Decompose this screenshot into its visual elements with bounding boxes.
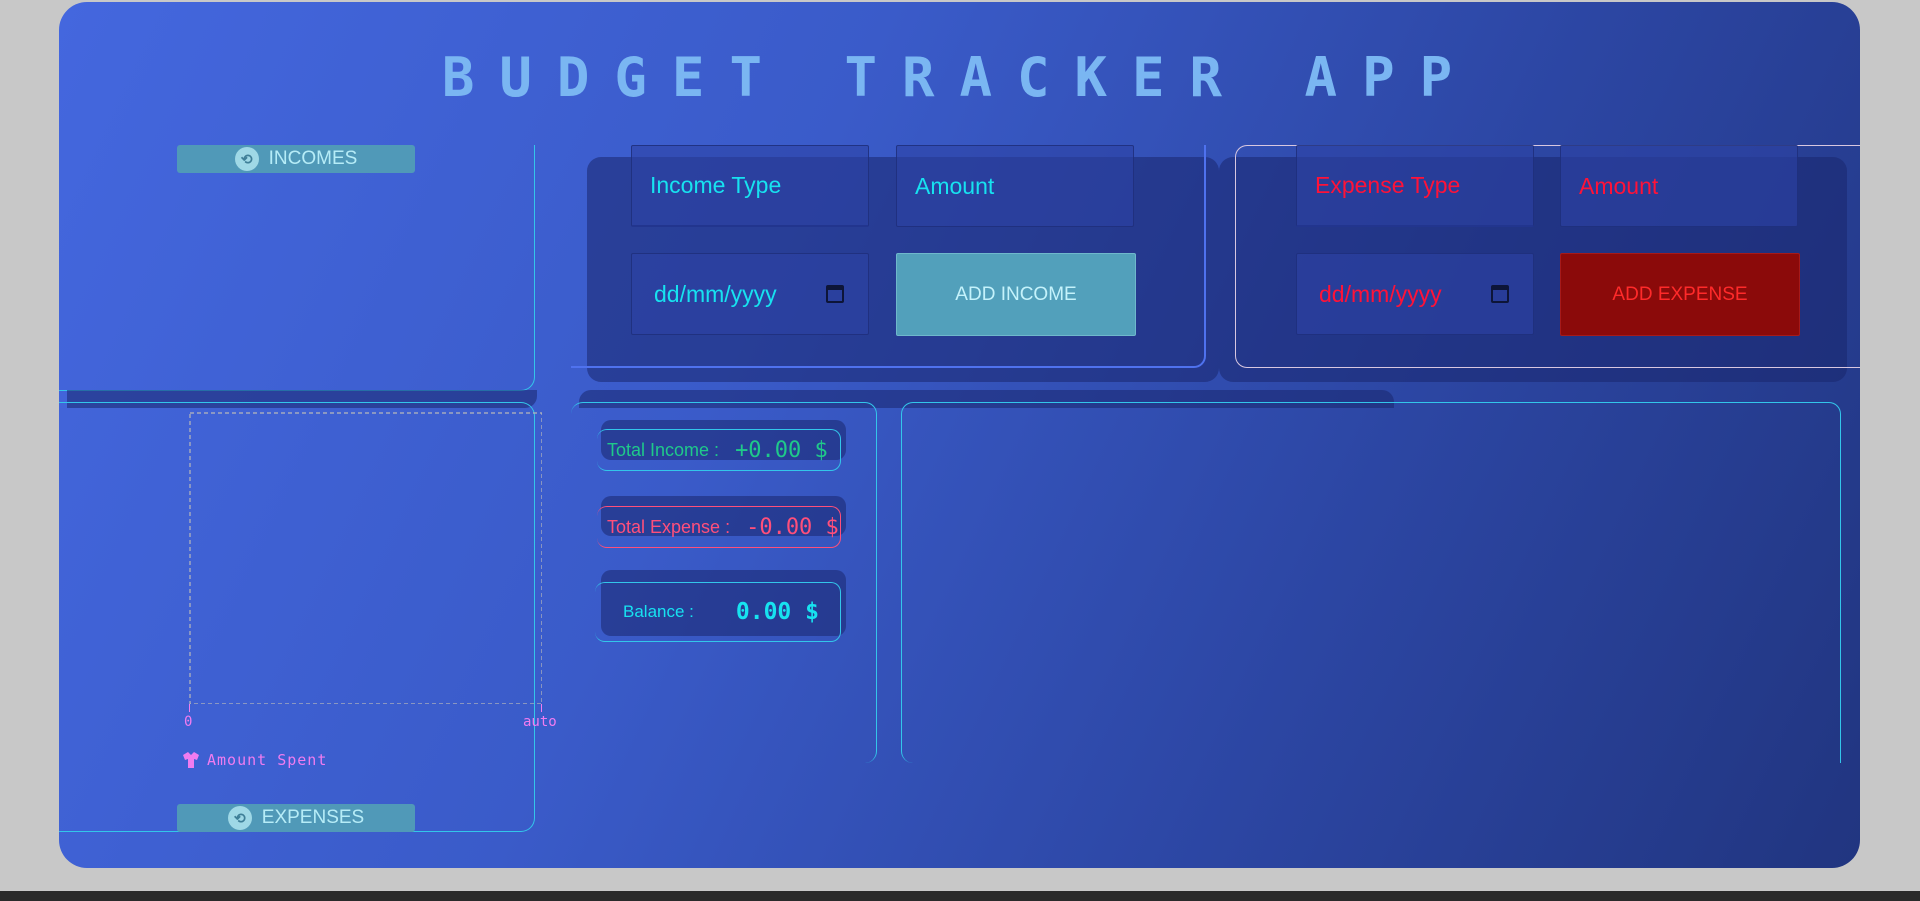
expenses-header[interactable]: ⟲ EXPENSES [177,804,415,832]
total-income-row: Total Income : +0.00 $ [597,429,841,471]
app-title: BUDGET TRACKER APP [441,46,1478,109]
chart-legend: Amount Spent [181,751,327,769]
taskbar [0,891,1920,901]
transactions-panel [901,402,1841,763]
incomes-label: INCOMES [268,148,358,169]
expense-chart [189,412,543,705]
balance-label: Balance : [623,602,694,621]
legend-label: Amount Spent [207,751,328,769]
calendar-icon[interactable] [826,285,844,303]
add-expense-button[interactable]: ADD EXPENSE [1560,253,1800,336]
chart-svg [189,412,543,705]
x-tick-label-0: 0 [184,714,193,730]
x-tick-auto [541,704,542,712]
expense-type-input[interactable]: Expense Type [1296,145,1534,227]
sync-icon: ⟲ [227,806,252,830]
expense-amount-input[interactable]: Amount [1560,145,1798,227]
income-amount-input[interactable]: Amount [896,145,1134,227]
add-income-button[interactable]: ADD INCOME [896,253,1136,336]
chart-plot-area [189,412,543,705]
balance-row: Balance : 0.00 $ [595,582,841,642]
expenses-label: EXPENSES [261,807,365,828]
legend-swatch-icon [183,752,199,768]
x-tick-0 [189,704,190,712]
balance-value: 0.00 $ [735,599,819,625]
total-expense-row: Total Expense : -0.00 $ [597,506,841,548]
total-expense-label: Total Expense : [607,516,731,537]
expense-date-input[interactable]: dd/mm/yyyy [1296,253,1534,335]
total-income-label: Total Income : [607,439,720,460]
income-date-input[interactable]: dd/mm/yyyy [631,253,869,335]
x-tick-label-auto: auto [523,714,557,730]
calendar-icon[interactable] [1491,285,1509,303]
incomes-panel [59,145,535,391]
app-window: BUDGET TRACKER APP ⟲ INCOMES 0 auto Amou… [59,2,1860,868]
total-income-value: +0.00 $ [735,437,828,463]
total-expense-value: -0.00 $ [746,514,839,540]
chart-x-axis [189,704,542,714]
sync-icon: ⟲ [234,147,259,171]
incomes-header[interactable]: ⟲ INCOMES [177,145,415,173]
income-type-input[interactable]: Income Type [631,145,869,227]
